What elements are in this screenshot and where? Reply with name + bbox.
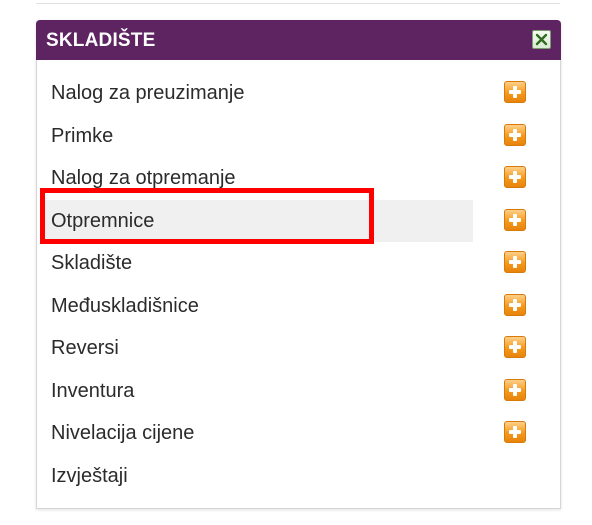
- menu-item[interactable]: Nivelacija cijene: [37, 412, 560, 454]
- close-icon: [535, 33, 548, 46]
- menu-item-label[interactable]: Nivelacija cijene: [51, 422, 194, 445]
- add-icon[interactable]: [504, 378, 526, 401]
- menu-item-label[interactable]: Inventura: [51, 380, 134, 403]
- menu-item[interactable]: Nalog za preuzimanje: [37, 72, 560, 114]
- add-icon[interactable]: [504, 166, 526, 188]
- menu-item[interactable]: Nalog za otpremanje: [37, 157, 560, 199]
- menu-item-label[interactable]: Skladište: [51, 252, 132, 275]
- menu-item[interactable]: Otpremnice: [37, 199, 560, 242]
- menu-item-label[interactable]: Primke: [51, 125, 113, 148]
- menu-item-label[interactable]: Reversi: [51, 337, 119, 360]
- menu-item-label[interactable]: Otpremnice: [51, 210, 154, 233]
- add-icon[interactable]: [504, 123, 526, 146]
- menu-item-label[interactable]: Međuskladišnice: [51, 295, 199, 318]
- menu-item-label[interactable]: Nalog za preuzimanje: [51, 82, 244, 105]
- add-icon[interactable]: [504, 251, 526, 273]
- menu-item[interactable]: Skladište: [37, 242, 560, 284]
- menu-item-label[interactable]: Nalog za otpremanje: [51, 167, 236, 190]
- menu-item[interactable]: Izvještaji: [37, 455, 560, 497]
- panel-header: SKLADIŠTE: [36, 20, 561, 60]
- menu-item-label[interactable]: Izvještaji: [51, 465, 128, 488]
- menu-item[interactable]: Primke: [37, 115, 560, 157]
- add-icon[interactable]: [504, 336, 526, 358]
- warehouse-menu-panel: SKLADIŠTE Nalog za preuzimanje Primke Nalo…: [36, 20, 561, 509]
- menu-item[interactable]: Reversi: [37, 327, 560, 369]
- close-button[interactable]: [532, 30, 551, 49]
- add-icon[interactable]: [504, 421, 526, 443]
- menu-item[interactable]: Inventura: [37, 370, 560, 412]
- add-icon[interactable]: [504, 81, 526, 103]
- add-icon[interactable]: [504, 293, 526, 316]
- add-icon[interactable]: [504, 208, 526, 231]
- top-divider: [36, 0, 560, 4]
- menu-item[interactable]: Međuskladišnice: [37, 285, 560, 327]
- panel-title: SKLADIŠTE: [46, 30, 156, 51]
